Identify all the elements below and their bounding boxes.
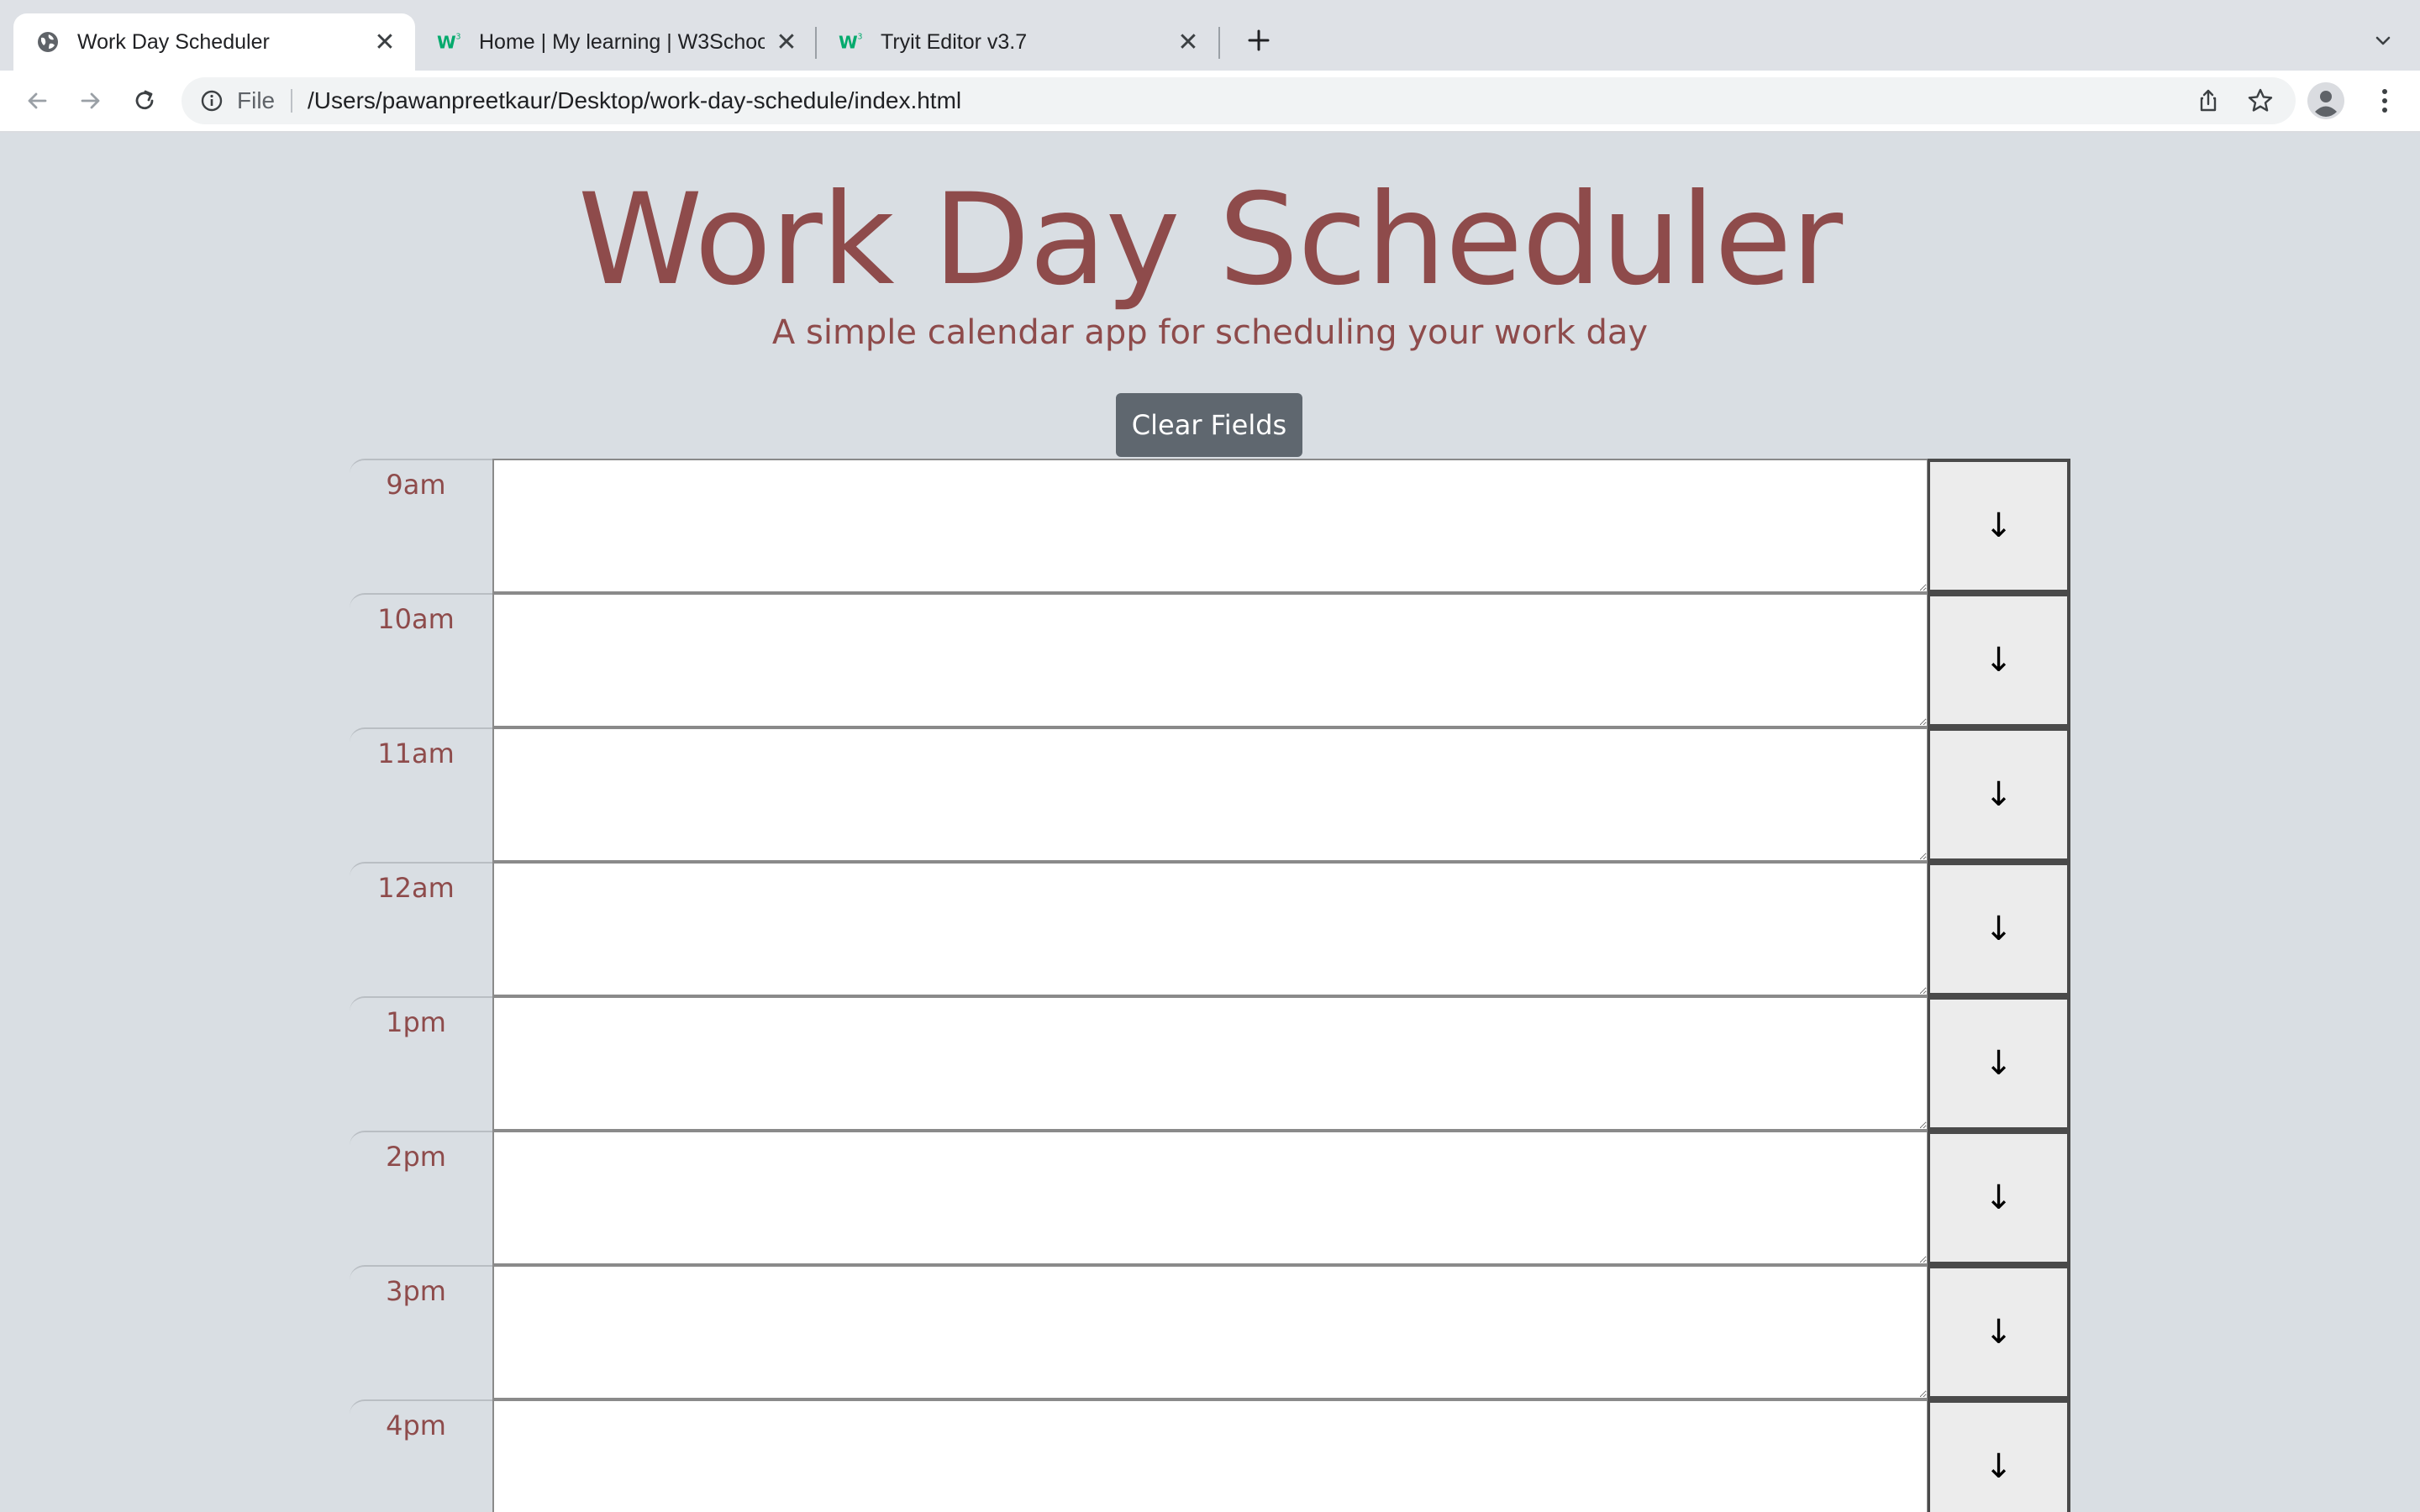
forward-button[interactable] [69, 79, 113, 123]
hour-label: 4pm [350, 1399, 492, 1512]
event-description-input[interactable] [492, 459, 1928, 593]
w3schools-icon: W 3 [437, 29, 462, 55]
event-description-input[interactable] [492, 862, 1928, 996]
tab-w3schools-home[interactable]: W 3 Home | My learning | W3Schools ✕ [415, 13, 817, 71]
save-button[interactable]: ↓ [1928, 1131, 2070, 1265]
tab-title: Tryit Editor v3.7 [881, 29, 1028, 54]
person-icon [2307, 82, 2344, 119]
share-icon[interactable] [2193, 86, 2223, 116]
address-bar[interactable]: File /Users/pawanpreetkaur/Desktop/work-… [182, 77, 2296, 124]
close-icon[interactable]: ✕ [773, 29, 800, 56]
save-button[interactable]: ↓ [1928, 593, 2070, 727]
hour-label: 1pm [350, 996, 492, 1131]
save-button[interactable]: ↓ [1928, 727, 2070, 862]
page-subtitle: A simple calendar app for scheduling you… [771, 313, 1649, 352]
save-button[interactable]: ↓ [1928, 1265, 2070, 1399]
hour-label-text: 10am [377, 603, 455, 635]
hour-label: 3pm [350, 1265, 492, 1399]
hour-label-text: 11am [377, 738, 455, 769]
time-block-1pm: 1pm ↓ [0, 996, 2420, 1131]
svg-text:W: W [437, 33, 456, 53]
clear-fields-button[interactable]: Clear Fields [1116, 393, 1302, 457]
tab-tryit-editor[interactable]: W 3 Tryit Editor v3.7 ✕ [817, 13, 1218, 71]
address-divider [291, 89, 292, 113]
address-scheme-label: File [237, 87, 276, 113]
hour-label: 10am [350, 593, 492, 727]
hour-label: 12am [350, 862, 492, 996]
tab-title: Home | My learning | W3Schools [479, 29, 765, 54]
svg-text:W: W [839, 33, 858, 53]
time-block-2pm: 2pm ↓ [0, 1131, 2420, 1265]
forward-arrow-icon [81, 92, 100, 109]
svg-text:3: 3 [456, 32, 461, 41]
hour-label-text: 3pm [386, 1275, 446, 1307]
hour-label: 9am [350, 459, 492, 593]
event-description-input[interactable] [492, 1265, 1928, 1399]
tab-work-day-scheduler[interactable]: Work Day Scheduler ✕ [13, 13, 415, 71]
address-url[interactable]: /Users/pawanpreetkaur/Desktop/work-day-s… [308, 77, 961, 124]
menu-kebab-icon[interactable] [2368, 82, 2402, 119]
save-button[interactable]: ↓ [1928, 996, 2070, 1131]
info-icon[interactable] [198, 87, 225, 114]
event-description-input[interactable] [492, 593, 1928, 727]
tab-search-chevron-icon[interactable] [2366, 24, 2400, 57]
close-icon[interactable]: ✕ [1175, 29, 1202, 56]
reload-icon [135, 90, 154, 110]
save-button[interactable]: ↓ [1928, 1399, 2070, 1512]
event-description-input[interactable] [492, 727, 1928, 862]
page-title: Work Day Scheduler [577, 167, 1843, 313]
save-button[interactable]: ↓ [1928, 862, 2070, 996]
back-arrow-icon [28, 92, 47, 109]
event-description-input[interactable] [492, 996, 1928, 1131]
profile-avatar[interactable] [2307, 82, 2344, 119]
time-block-10am: 10am ↓ [0, 593, 2420, 727]
bookmark-star-icon[interactable] [2245, 86, 2275, 116]
hour-label: 2pm [350, 1131, 492, 1265]
hour-label: 11am [350, 727, 492, 862]
event-description-input[interactable] [492, 1131, 1928, 1265]
w3schools-icon: W 3 [839, 29, 864, 55]
globe-icon [35, 29, 60, 55]
reload-button[interactable] [123, 79, 166, 123]
event-description-input[interactable] [492, 1399, 1928, 1512]
time-block-3pm: 3pm ↓ [0, 1265, 2420, 1399]
page-content: Work Day Scheduler A simple calendar app… [0, 133, 2420, 1512]
hour-label-text: 4pm [386, 1410, 446, 1441]
svg-text:3: 3 [858, 32, 863, 41]
time-block-11am: 11am ↓ [0, 727, 2420, 862]
time-block-9am: 9am ↓ [0, 459, 2420, 593]
hour-label-text: 12am [377, 872, 455, 904]
close-icon[interactable]: ✕ [371, 29, 398, 56]
tab-title: Work Day Scheduler [77, 29, 270, 54]
tab-separator [1218, 27, 1220, 59]
hour-label-text: 2pm [386, 1141, 446, 1173]
time-block-4pm: 4pm ↓ [0, 1399, 2420, 1512]
time-block-12am: 12am ↓ [0, 862, 2420, 996]
save-button[interactable]: ↓ [1928, 459, 2070, 593]
new-tab-button[interactable] [1240, 22, 1277, 59]
back-button[interactable] [15, 79, 59, 123]
hour-label-text: 9am [386, 469, 446, 501]
tab-strip: Work Day Scheduler ✕ W 3 Home | My learn… [0, 0, 2420, 71]
browser-toolbar: File /Users/pawanpreetkaur/Desktop/work-… [0, 71, 2420, 133]
hour-label-text: 1pm [386, 1006, 446, 1038]
